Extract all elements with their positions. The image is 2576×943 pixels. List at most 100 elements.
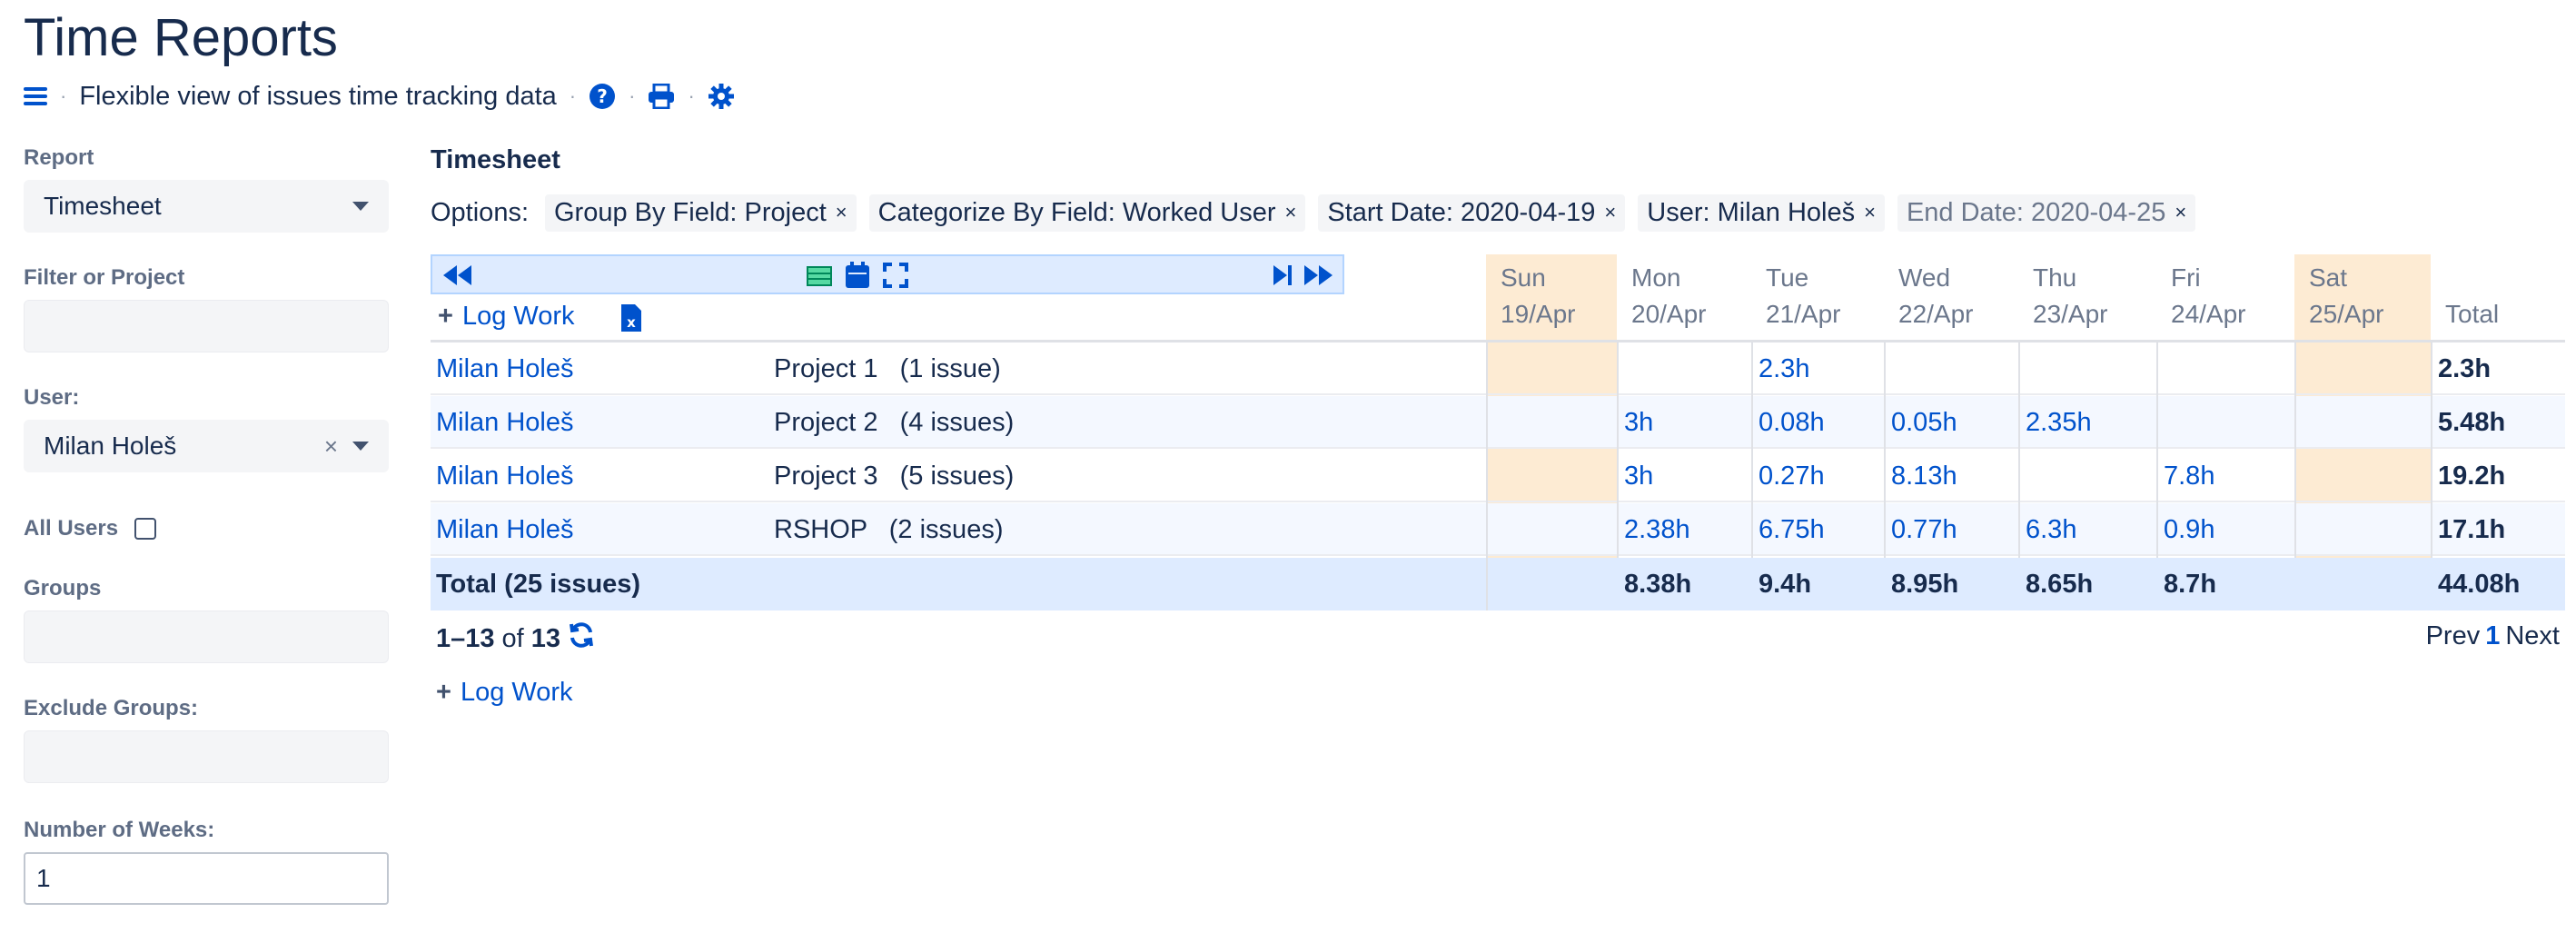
report-sidebar: Report Timesheet Filter or Project User:… <box>24 145 389 905</box>
prev-page-link[interactable]: Prev <box>2426 621 2481 651</box>
day-date: 23/Apr <box>2033 300 2108 328</box>
section-title: Timesheet <box>431 145 560 174</box>
remove-icon[interactable]: × <box>2175 201 2186 224</box>
page-range: 1–13 <box>436 623 495 653</box>
subheader-bar: · Flexible view of issues time tracking … <box>24 78 735 114</box>
separator-dot: · <box>60 84 67 107</box>
project-cell: Project 3 (5 issues) <box>774 461 1015 491</box>
total-cell-thu: 8.65h <box>2026 569 2094 599</box>
report-select-value: Timesheet <box>44 192 162 220</box>
chevron-down-icon <box>352 442 369 451</box>
timesheet-view-icon[interactable] <box>807 265 832 292</box>
hours-cell-wed[interactable]: 8.13h <box>1884 450 1957 502</box>
day-header-fri: Fri 24/Apr <box>2156 254 2294 342</box>
chip-label: User: Milan Holeš <box>1647 197 1856 227</box>
column-divider <box>1486 342 1488 610</box>
table-row: Milan Holeš Project 3 (5 issues) 3h 0.27… <box>431 450 2565 502</box>
hours-cell-fri[interactable]: 0.9h <box>2156 503 2214 556</box>
day-header-mon: Mon 20/Apr <box>1617 254 1751 342</box>
clear-icon[interactable]: × <box>324 432 338 461</box>
row-total: 19.2h <box>2438 461 2506 491</box>
project-cell: Project 1 (1 issue) <box>774 353 1001 383</box>
page-subtitle: Flexible view of issues time tracking da… <box>79 81 557 111</box>
menu-icon[interactable] <box>24 86 47 106</box>
hours-cell-wed[interactable]: 0.05h <box>1884 396 1957 449</box>
hours-cell-tue[interactable]: 6.75h <box>1751 503 1825 556</box>
plus-icon: + <box>436 678 451 707</box>
user-link[interactable]: Milan Holeš <box>436 450 574 502</box>
options-label: Options: <box>431 197 529 227</box>
timesheet-toolbar <box>431 254 1344 294</box>
svg-text:x: x <box>627 314 636 331</box>
separator-dot: · <box>688 84 695 107</box>
remove-icon[interactable]: × <box>1285 201 1297 224</box>
user-link[interactable]: Milan Holeš <box>436 342 574 395</box>
user-link[interactable]: Milan Holeš <box>436 503 574 556</box>
rewind-icon[interactable] <box>441 263 474 292</box>
page-title: Time Reports <box>24 8 338 67</box>
day-date: 20/Apr <box>1631 300 1707 328</box>
help-icon[interactable]: ? <box>589 83 616 110</box>
all-users-checkbox[interactable] <box>134 518 157 540</box>
weeks-input[interactable]: 1 <box>24 852 389 905</box>
day-header-tue: Tue 21/Apr <box>1751 254 1884 342</box>
column-divider <box>1751 342 1753 558</box>
total-cell-wed: 8.95h <box>1891 569 1959 599</box>
hours-cell-thu[interactable]: 2.35h <box>2018 396 2092 449</box>
chip-label: Start Date: 2020-04-19 <box>1327 197 1596 227</box>
column-divider <box>2156 342 2158 558</box>
day-date: 19/Apr <box>1501 300 1576 328</box>
day-header-sat: Sat 25/Apr <box>2294 254 2431 342</box>
pagination-summary: 1–13 of 13 <box>436 621 595 656</box>
filter-project-input[interactable] <box>24 300 389 352</box>
user-select[interactable]: Milan Holeš × <box>24 420 389 472</box>
table-row: Milan Holeš RSHOP (2 issues) 2.38h 6.75h… <box>431 503 2565 556</box>
exclude-groups-input[interactable] <box>24 730 389 783</box>
hours-cell-tue[interactable]: 0.27h <box>1751 450 1825 502</box>
calendar-icon[interactable] <box>845 262 870 293</box>
day-header-thu: Thu 23/Apr <box>2018 254 2156 342</box>
total-cell-fri: 8.7h <box>2164 569 2217 599</box>
groups-input[interactable] <box>24 610 389 663</box>
remove-icon[interactable]: × <box>836 201 847 224</box>
total-count: 13 <box>530 623 560 653</box>
options-bar: Options: Group By Field: Project × Catego… <box>431 191 2565 234</box>
user-link[interactable]: Milan Holeš <box>436 396 574 449</box>
plus-icon: + <box>438 302 453 331</box>
hours-cell-wed[interactable]: 0.77h <box>1884 503 1957 556</box>
refresh-icon[interactable] <box>568 621 595 656</box>
weeks-label: Number of Weeks: <box>24 818 215 842</box>
chip-label: Group By Field: Project <box>554 197 827 227</box>
hours-cell-thu[interactable]: 6.3h <box>2018 503 2076 556</box>
column-divider <box>2018 342 2020 558</box>
row-total: 17.1h <box>2438 514 2506 544</box>
hours-cell-mon[interactable]: 3h <box>1617 450 1653 502</box>
fast-forward-icon[interactable] <box>1303 263 1335 292</box>
totals-row: Total (25 issues) 8.38h 9.4h 8.95h 8.65h… <box>431 558 2565 610</box>
skip-end-icon[interactable] <box>1272 263 1293 292</box>
column-divider <box>2431 342 2432 558</box>
gear-icon[interactable] <box>708 83 735 110</box>
print-icon[interactable] <box>648 84 675 109</box>
weeks-value: 1 <box>36 864 51 892</box>
hours-cell-tue[interactable]: 0.08h <box>1751 396 1825 449</box>
hours-cell-fri[interactable]: 7.8h <box>2156 450 2214 502</box>
option-chip: End Date: 2020-04-25 × <box>1897 194 2196 232</box>
fullscreen-icon[interactable] <box>883 263 908 293</box>
row-total: 2.3h <box>2438 353 2492 383</box>
hours-cell-tue[interactable]: 2.3h <box>1751 342 1809 395</box>
hours-cell-mon[interactable]: 2.38h <box>1617 503 1690 556</box>
log-work-link[interactable]: + Log Work <box>438 302 575 332</box>
option-chip: Start Date: 2020-04-19 × <box>1318 194 1626 232</box>
excel-export-icon[interactable]: x <box>619 303 643 337</box>
chip-label: Categorize By Field: Worked User <box>877 197 1276 227</box>
day-name: Thu <box>2033 263 2077 292</box>
next-page-link[interactable]: Next <box>2505 621 2560 651</box>
remove-icon[interactable]: × <box>1604 201 1616 224</box>
exclude-groups-label: Exclude Groups: <box>24 696 199 720</box>
current-page[interactable]: 1 <box>2485 621 2500 651</box>
log-work-link[interactable]: + Log Work <box>436 678 573 708</box>
remove-icon[interactable]: × <box>1864 201 1876 224</box>
hours-cell-mon[interactable]: 3h <box>1617 396 1653 449</box>
report-select[interactable]: Timesheet <box>24 180 389 233</box>
